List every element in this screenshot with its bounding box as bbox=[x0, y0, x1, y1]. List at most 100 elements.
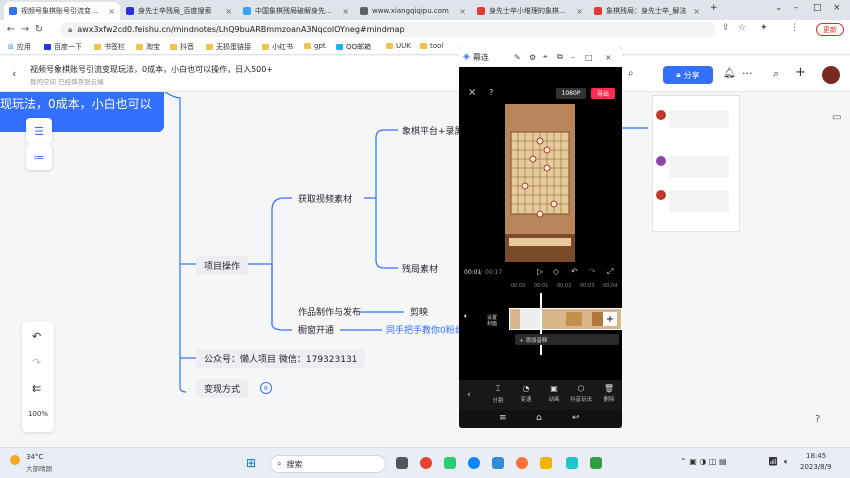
undo-icon[interactable]: ↶ bbox=[32, 330, 41, 343]
layout-icon[interactable]: ⇇ bbox=[32, 382, 41, 395]
zoom-level[interactable]: 100% bbox=[28, 410, 48, 418]
root-node[interactable]: 现玩法，0成本，小白也可以 bbox=[0, 92, 164, 132]
bookmark-item[interactable]: 淘宝 bbox=[136, 42, 160, 52]
video-preview[interactable] bbox=[505, 104, 575, 262]
forward-icon[interactable]: → bbox=[18, 24, 32, 35]
bookmark-item[interactable]: 百度一下 bbox=[44, 42, 82, 52]
add-icon[interactable]: + bbox=[795, 65, 806, 80]
close-icon[interactable]: × bbox=[605, 53, 612, 62]
node-endgame-material[interactable]: 残局素材 bbox=[402, 262, 438, 275]
close-icon[interactable]: × bbox=[693, 7, 700, 16]
fullscreen-icon[interactable]: ⤢ bbox=[607, 267, 613, 277]
close-icon[interactable]: × bbox=[459, 7, 466, 16]
delete-button[interactable]: 🗑︎ 删除 bbox=[598, 384, 620, 403]
outline-button[interactable]: ≔ bbox=[26, 144, 52, 170]
close-editor-icon[interactable]: × bbox=[468, 87, 476, 98]
export-button[interactable]: 导出 bbox=[591, 88, 615, 99]
update-button[interactable]: 更新 bbox=[816, 23, 844, 36]
bell-icon[interactable]: 🔔︎ bbox=[723, 68, 736, 79]
avatar[interactable] bbox=[822, 66, 840, 84]
mindmap-canvas[interactable]: 现玩法，0成本，小白也可以 ☰ ≔ 项目操作 获取视频素材 象棋平台+录屏 残局… bbox=[0, 92, 850, 447]
help-icon[interactable]: ? bbox=[489, 88, 493, 97]
search-icon[interactable]: ⌕ bbox=[628, 68, 634, 79]
comment-icon[interactable]: ▭ bbox=[832, 112, 841, 123]
maximize-icon[interactable]: □ bbox=[813, 3, 822, 13]
clock-date[interactable]: 2023/8/9 bbox=[800, 463, 831, 471]
app-icon[interactable] bbox=[590, 457, 602, 469]
bookmark-item[interactable]: tool bbox=[420, 42, 443, 50]
node-monetize[interactable]: 变现方式 bbox=[196, 379, 249, 398]
bookmark-item[interactable]: 无损蛋链接 bbox=[206, 42, 251, 52]
node-chess-platform[interactable]: 象棋平台+录屏 bbox=[402, 124, 464, 137]
keyframe-icon[interactable]: ◇ bbox=[553, 267, 559, 276]
more-icon[interactable]: ··· bbox=[742, 67, 753, 80]
list-view-button[interactable]: ☰ bbox=[26, 118, 52, 144]
add-clip-button[interactable]: + bbox=[603, 312, 617, 326]
bookmark-item[interactable]: UUK bbox=[386, 42, 411, 50]
node-get-material[interactable]: 获取视频素材 bbox=[298, 192, 352, 205]
node-public-account[interactable]: 公众号：懒人项目 微信：179323131 bbox=[196, 349, 366, 368]
close-window-icon[interactable]: × bbox=[833, 3, 841, 13]
back-icon[interactable]: ‹ bbox=[12, 67, 16, 80]
node-project-ops[interactable]: 项目操作 bbox=[196, 256, 249, 275]
redo-icon[interactable]: ↷ bbox=[589, 267, 596, 276]
new-tab-icon[interactable]: + bbox=[710, 3, 718, 13]
node-window[interactable]: 橱窗开通 bbox=[298, 323, 334, 336]
undo-icon[interactable]: ↶ bbox=[571, 267, 578, 276]
redo-icon[interactable]: ↷ bbox=[32, 356, 41, 369]
network-icon[interactable]: 📶︎ bbox=[768, 457, 778, 466]
crop-icon[interactable]: ⧉ bbox=[557, 52, 563, 62]
back-icon[interactable]: ↩ bbox=[572, 413, 580, 423]
bookmark-item[interactable]: 抖音 bbox=[170, 42, 194, 52]
close-icon[interactable]: × bbox=[225, 7, 232, 16]
collapse-icon[interactable]: ‹ bbox=[467, 390, 471, 400]
help-icon[interactable]: ? bbox=[815, 414, 820, 425]
weather-temp[interactable]: 34°C bbox=[26, 453, 43, 461]
search-icon[interactable]: ⌕ bbox=[773, 67, 779, 81]
node-teach[interactable]: 同手把手教你0粉丝 bbox=[386, 323, 464, 336]
folder-icon[interactable] bbox=[540, 457, 552, 469]
node-production[interactable]: 作品制作与发布 bbox=[298, 305, 361, 318]
pen-icon[interactable]: ✎ bbox=[514, 53, 521, 62]
tray-icons[interactable]: ⌃ ▣ ◑ ◫ ▤ bbox=[680, 457, 727, 466]
effect-button[interactable]: ⬡ 抖音玩法 bbox=[569, 384, 593, 403]
chevron-down-icon[interactable]: ⌄ bbox=[775, 3, 783, 13]
mute-icon[interactable]: 🔈︎ bbox=[464, 312, 468, 321]
tab-0[interactable]: 视频号象棋账号引流变现玩法 × bbox=[4, 2, 120, 20]
chrome-icon[interactable] bbox=[420, 457, 432, 469]
firefox-icon[interactable] bbox=[516, 457, 528, 469]
minimize-icon[interactable]: – bbox=[571, 53, 575, 62]
reload-icon[interactable]: ↻ bbox=[32, 24, 46, 35]
maximize-icon[interactable]: □ bbox=[585, 53, 593, 62]
tab-4[interactable]: 身先士卒小堆理的象棋残局 × bbox=[472, 2, 588, 20]
bookmark-item[interactable]: QQ邮箱 bbox=[336, 42, 371, 52]
bookmark-apps[interactable]: ⊞ 应用 bbox=[8, 42, 31, 52]
share-page-icon[interactable]: ⇪ bbox=[722, 23, 730, 33]
clock-time[interactable]: 18:45 bbox=[806, 452, 826, 460]
playhead[interactable] bbox=[540, 293, 542, 355]
bookmark-item[interactable]: 书签栏 bbox=[94, 42, 125, 52]
share-button[interactable]: 🔒︎ 分享 bbox=[663, 66, 713, 84]
tab-1[interactable]: 身先士卒残局_百度搜索 × bbox=[121, 2, 237, 20]
close-icon[interactable]: × bbox=[576, 7, 583, 16]
home-icon[interactable]: ⌂ bbox=[536, 413, 542, 423]
play-icon[interactable]: ▷ bbox=[537, 267, 543, 276]
cover-label[interactable]: 设置封面 bbox=[487, 315, 501, 327]
minimize-icon[interactable]: – bbox=[794, 3, 799, 13]
star-icon[interactable]: ☆ bbox=[738, 23, 746, 33]
mirror-app-icon[interactable] bbox=[566, 457, 578, 469]
app-icon[interactable] bbox=[492, 457, 504, 469]
tab-3[interactable]: www.xiangqiqipu.com × bbox=[355, 2, 471, 20]
close-icon[interactable]: × bbox=[342, 7, 349, 16]
resolution-select[interactable]: 1080P bbox=[556, 88, 586, 99]
start-icon[interactable]: ⊞ bbox=[246, 456, 256, 470]
pin-icon[interactable]: ⌖ bbox=[543, 52, 548, 62]
collapsed-count-badge[interactable]: 8 bbox=[260, 382, 272, 394]
task-view-icon[interactable] bbox=[396, 457, 408, 469]
back-icon[interactable]: ← bbox=[4, 24, 18, 35]
animation-button[interactable]: ▣ 动画 bbox=[543, 384, 565, 403]
edge-icon[interactable] bbox=[468, 457, 480, 469]
add-audio-track[interactable]: + 添加音频 bbox=[515, 334, 619, 345]
url-input[interactable]: 🔒︎ awx3xfw2cd0.feishu.cn/mindnotes/LhQ9bu… bbox=[60, 22, 715, 37]
menu-icon[interactable]: ⋮ bbox=[790, 23, 799, 33]
